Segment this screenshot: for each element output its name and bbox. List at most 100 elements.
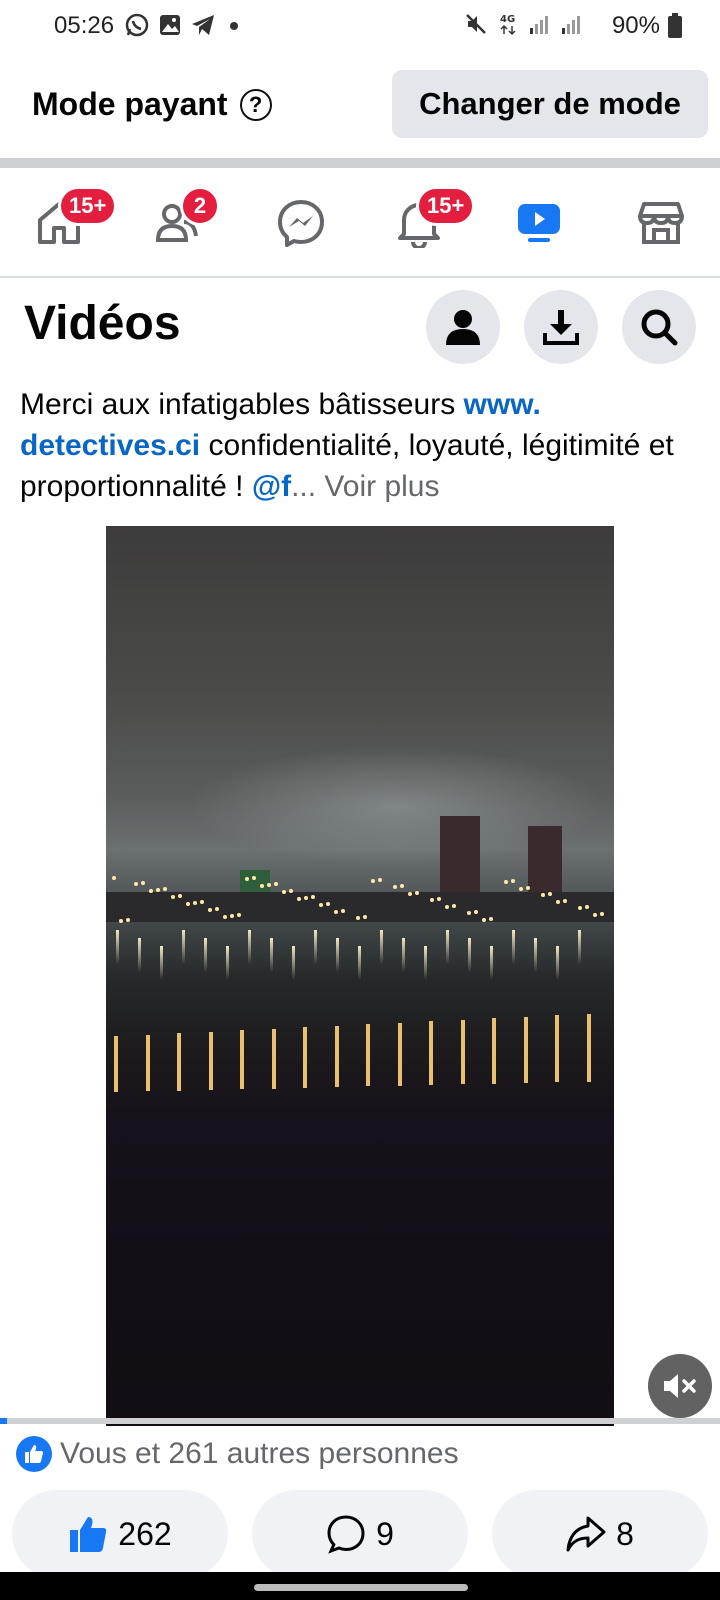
system-nav-bar [0, 1572, 720, 1600]
profile-button[interactable] [426, 290, 500, 364]
video-light [430, 898, 434, 902]
video-light [593, 913, 597, 917]
video-light [208, 908, 212, 912]
mute-icon [466, 14, 486, 34]
signal-icon [530, 16, 548, 34]
status-time: 05:26 [54, 12, 115, 39]
gallery-icon [160, 15, 180, 35]
video-reflection [182, 930, 185, 964]
person-icon [446, 310, 480, 345]
download-button[interactable] [524, 290, 598, 364]
page-title: Vidéos [24, 297, 181, 350]
4g-icon: 4G [500, 14, 516, 36]
thumbs-up-icon [70, 1517, 107, 1552]
battery-level: 90% [611, 12, 660, 39]
caption-link[interactable]: www. [464, 388, 541, 421]
caption-link-cont[interactable]: detectives.ci [20, 429, 200, 462]
video-light [445, 905, 449, 909]
video-icon [518, 204, 560, 242]
video-reflection [138, 938, 141, 972]
video-fence-post [303, 1027, 307, 1088]
nav-home[interactable]: 15+ [26, 186, 118, 256]
video-light [437, 897, 441, 901]
video-light [326, 902, 330, 906]
video-light [378, 878, 382, 882]
nav-friends[interactable]: 2 [144, 186, 220, 256]
video-light [200, 900, 204, 904]
video-player[interactable] [106, 526, 614, 1426]
video-light [178, 894, 182, 898]
video-light [334, 910, 338, 914]
video-light [223, 915, 227, 919]
like-button[interactable]: 262 [12, 1490, 228, 1578]
video-reflection [556, 946, 559, 980]
telegram-icon [192, 15, 214, 35]
video-reflection [248, 930, 251, 964]
like-reaction-icon [16, 1436, 52, 1472]
video-light [511, 879, 515, 883]
mode-title-text: Mode payant [32, 86, 228, 122]
video-light [274, 882, 278, 886]
video-fence-post [240, 1030, 244, 1090]
video-light [467, 911, 471, 915]
friends-badge: 2 [180, 186, 220, 226]
share-icon [566, 1516, 606, 1552]
video-light [489, 917, 493, 921]
status-left-icons [124, 12, 244, 38]
video-reflection [204, 938, 207, 972]
whatsapp-icon [125, 13, 149, 37]
caption-mention[interactable]: @f [252, 470, 291, 503]
video-light [230, 914, 234, 918]
video-light [452, 904, 456, 908]
mute-button[interactable] [648, 1354, 712, 1418]
notifications-badge: 15+ [416, 186, 476, 226]
video-light [171, 895, 175, 899]
video-light [526, 886, 530, 890]
home-indicator[interactable] [254, 1584, 468, 1591]
caption-ellipsis: ... [291, 470, 317, 503]
video-light [400, 884, 404, 888]
download-icon [543, 310, 579, 345]
marketplace-icon [638, 202, 684, 244]
nav-notifications[interactable]: 15+ [386, 186, 476, 256]
video-reflection [292, 946, 295, 980]
video-light [519, 887, 523, 891]
nav-marketplace[interactable] [628, 190, 694, 256]
video-reflection [358, 946, 361, 980]
video-light [289, 889, 293, 893]
video-light [504, 880, 508, 884]
svg-text:4G: 4G [500, 14, 515, 25]
video-light [149, 889, 153, 893]
video-skyline [106, 892, 614, 922]
reactions-summary[interactable]: Vous et 261 autres personnes [16, 1436, 459, 1472]
video-fence-post [366, 1024, 370, 1087]
nav-videos[interactable] [506, 190, 572, 256]
video-light [578, 906, 582, 910]
search-button[interactable] [622, 290, 696, 364]
video-fence-post [492, 1018, 496, 1084]
video-light [393, 885, 397, 889]
video-light [371, 879, 375, 883]
video-progress[interactable] [0, 1418, 720, 1424]
video-light [341, 909, 345, 913]
see-more-link[interactable]: Voir plus [316, 470, 439, 503]
help-icon[interactable]: ? [239, 88, 272, 121]
messenger-icon [278, 200, 324, 247]
video-fence-post [397, 1022, 402, 1086]
signal-icon [562, 16, 580, 34]
video-light [282, 890, 286, 894]
video-reflection [270, 938, 273, 972]
battery-icon [668, 13, 682, 38]
video-light [215, 907, 219, 911]
video-reflection [468, 938, 471, 972]
nav-messenger[interactable] [268, 190, 334, 256]
share-button[interactable]: 8 [492, 1490, 708, 1578]
video-light [267, 883, 271, 887]
change-mode-button[interactable]: Changer de mode [392, 70, 708, 138]
video-fence-post [429, 1021, 433, 1085]
video-light [186, 902, 190, 906]
comment-button[interactable]: 9 [252, 1490, 468, 1578]
video-reflection [336, 938, 339, 972]
video-fence-post [271, 1028, 276, 1089]
comment-icon [327, 1515, 365, 1554]
